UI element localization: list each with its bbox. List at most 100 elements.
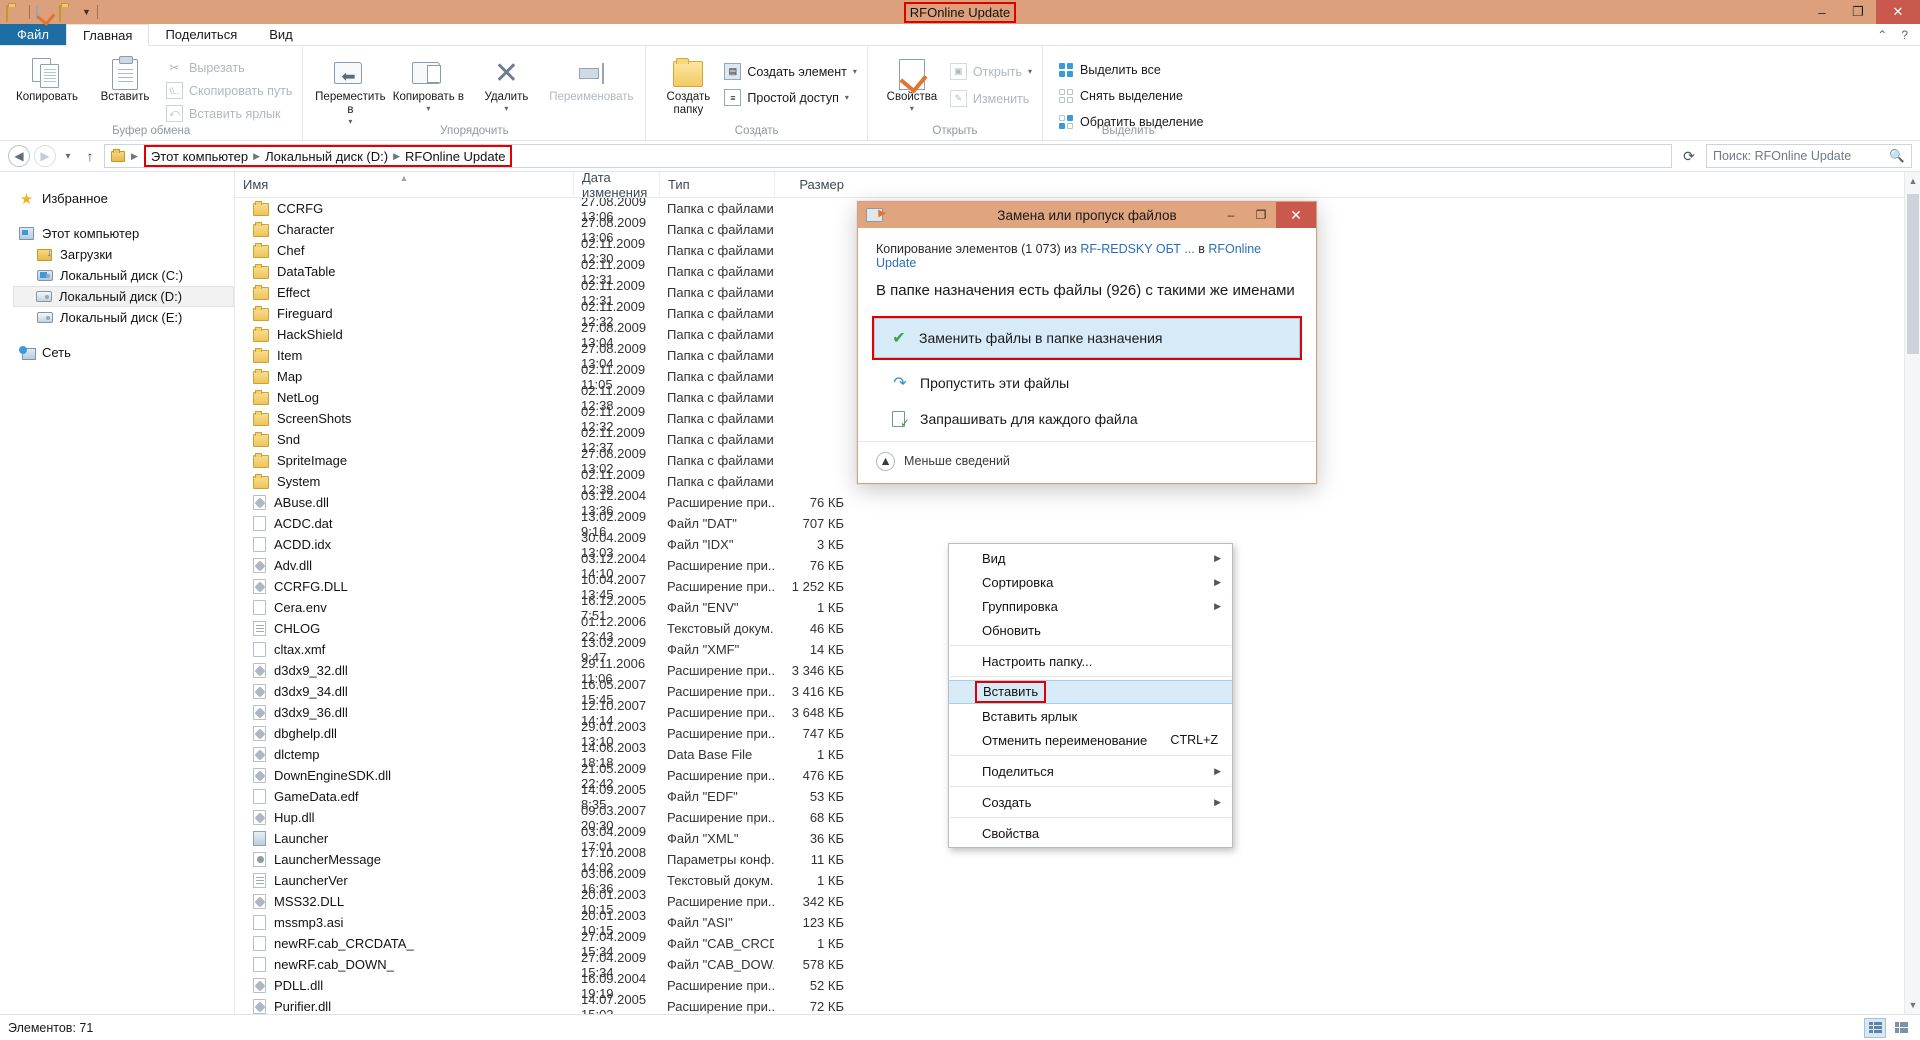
- navigation-pane[interactable]: ★ Избранное Этот компьютер Загрузки Лока…: [0, 172, 234, 1014]
- ribbon-help-area[interactable]: ⌃ ?: [1877, 24, 1920, 45]
- file-name-cell[interactable]: HackShield: [235, 327, 573, 342]
- file-name-cell[interactable]: dbghelp.dll: [235, 726, 573, 741]
- breadcrumb[interactable]: Этот компьютер ▶ Локальный диск (D:) ▶ R…: [143, 145, 513, 167]
- file-name-cell[interactable]: Snd: [235, 432, 573, 447]
- table-row[interactable]: newRF.cab_CRCDATA_ 27.04.2009 15:34 Файл "…: [235, 929, 1920, 959]
- recent-locations-icon[interactable]: ▾: [60, 151, 76, 162]
- ribbon[interactable]: Копировать Вставить ✂ Вырезать \\.. Скоп…: [0, 46, 1920, 141]
- up-icon[interactable]: ↑: [80, 148, 100, 164]
- file-name-cell[interactable]: Character: [235, 222, 573, 237]
- breadcrumb-item-2[interactable]: RFOnline Update: [405, 149, 505, 164]
- menu-item-группировка[interactable]: Группировка ▶: [949, 594, 1232, 618]
- dialog-close-button[interactable]: ✕: [1276, 202, 1316, 228]
- table-row[interactable]: ACDC.dat 13.02.2009 9:16 Файл "DAT" 707 КБ: [235, 509, 1920, 539]
- chevron-up-icon[interactable]: ⌃: [1877, 28, 1887, 42]
- paste-button[interactable]: Вставить: [88, 53, 162, 104]
- file-name-cell[interactable]: Cera.env: [235, 600, 573, 615]
- file-name-cell[interactable]: d3dx9_32.dll: [235, 663, 573, 678]
- file-name-cell[interactable]: Item: [235, 348, 573, 363]
- sidebar-item-this-pc[interactable]: Этот компьютер: [14, 223, 234, 244]
- option-skip-files[interactable]: ↷ Пропустить эти файлы: [876, 364, 1298, 402]
- ribbon-tabs[interactable]: Файл Главная Поделиться Вид ⌃ ?: [0, 24, 1920, 46]
- dialog-footer[interactable]: ▲ Меньше сведений: [858, 440, 1316, 483]
- chevron-down-icon[interactable]: ▾: [910, 104, 914, 113]
- scroll-up-icon[interactable]: ▲: [1905, 172, 1920, 190]
- menu-item-отменить-переименование[interactable]: Отменить переименование CTRL+Z: [949, 728, 1232, 752]
- column-header-type[interactable]: Тип: [659, 172, 774, 198]
- new-folder-icon[interactable]: [59, 4, 76, 22]
- file-name-cell[interactable]: Launcher: [235, 831, 573, 846]
- breadcrumb-item-1[interactable]: Локальный диск (D:): [265, 149, 388, 164]
- sidebar-item-drive-c[interactable]: Локальный диск (C:): [14, 265, 234, 286]
- table-row[interactable]: LauncherMessage 17.10.2008 14:02 Параметры…: [235, 845, 1920, 875]
- chevron-right-icon[interactable]: ▶: [251, 151, 262, 162]
- column-headers[interactable]: Имя ▲ Дата изменения Тип Размер: [235, 172, 1920, 200]
- menu-item-настроить-папку[interactable]: Настроить папку...: [949, 649, 1232, 673]
- sidebar-item-downloads[interactable]: Загрузки: [14, 244, 234, 265]
- option-ask-each-file[interactable]: Запрашивать для каждого файла: [876, 402, 1298, 437]
- menu-item-обновить[interactable]: Обновить: [949, 618, 1232, 642]
- address-bar[interactable]: ◀ ▶ ▾ ↑ ▶ Этот компьютер ▶ Локальный дис…: [0, 141, 1920, 171]
- forward-icon[interactable]: ▶: [34, 145, 56, 167]
- tab-share[interactable]: Поделиться: [149, 24, 253, 45]
- sidebar-item-favorites[interactable]: ★ Избранное: [14, 188, 234, 209]
- back-icon[interactable]: ◀: [8, 145, 30, 167]
- select-none-button[interactable]: Снять выделение: [1057, 87, 1203, 104]
- file-name-cell[interactable]: PDLL.dll: [235, 978, 573, 993]
- details-view-icon[interactable]: [1864, 1017, 1886, 1038]
- file-name-cell[interactable]: DataTable: [235, 264, 573, 279]
- file-name-cell[interactable]: Hup.dll: [235, 810, 573, 825]
- table-row[interactable]: LauncherVer 03.06.2009 16:36 Текстовый док…: [235, 866, 1920, 896]
- file-name-cell[interactable]: Chef: [235, 243, 573, 258]
- file-name-cell[interactable]: MSS32.DLL: [235, 894, 573, 909]
- new-folder-button[interactable]: Создать папку: [656, 53, 720, 117]
- column-header-date[interactable]: Дата изменения: [573, 172, 659, 200]
- easy-access-button[interactable]: ≡ Простой доступ ▾: [724, 89, 857, 106]
- close-button[interactable]: ✕: [1876, 0, 1920, 24]
- option-replace-files[interactable]: ✔ Заменить файлы в папке назначения: [874, 317, 1300, 358]
- file-name-cell[interactable]: d3dx9_34.dll: [235, 684, 573, 699]
- breadcrumb-bar[interactable]: ▶ Этот компьютер ▶ Локальный диск (D:) ▶…: [104, 144, 1672, 168]
- column-header-name[interactable]: Имя ▲: [235, 172, 573, 198]
- sidebar-item-drive-e[interactable]: Локальный диск (E:): [14, 307, 234, 328]
- file-name-cell[interactable]: CCRFG.DLL: [235, 579, 573, 594]
- file-name-cell[interactable]: GameData.edf: [235, 789, 573, 804]
- file-name-cell[interactable]: Adv.dll: [235, 558, 573, 573]
- menu-item-вид[interactable]: Вид ▶: [949, 546, 1232, 570]
- quick-access-toolbar[interactable]: ▼: [0, 0, 98, 24]
- file-name-cell[interactable]: cltax.xmf: [235, 642, 573, 657]
- file-name-cell[interactable]: Fireguard: [235, 306, 573, 321]
- tab-home[interactable]: Главная: [65, 24, 150, 46]
- dialog-title-bar[interactable]: Замена или пропуск файлов – ❐ ✕: [858, 202, 1316, 228]
- sidebar-item-drive-d[interactable]: Локальный диск (D:): [13, 286, 234, 307]
- cut-button[interactable]: ✂ Вырезать: [166, 59, 292, 76]
- scroll-down-icon[interactable]: ▼: [1905, 996, 1920, 1014]
- chevron-down-icon[interactable]: ▾: [1028, 67, 1032, 76]
- chevron-right-icon[interactable]: ▶: [391, 151, 402, 162]
- copy-button[interactable]: Копировать: [10, 53, 84, 104]
- restore-button[interactable]: ❐: [1840, 0, 1876, 24]
- folder-icon[interactable]: [6, 4, 23, 22]
- search-input[interactable]: Поиск: RFOnline Update 🔍: [1706, 144, 1912, 168]
- context-menu[interactable]: Вид ▶ Сортировка ▶ Группировка ▶ Обновить Настр…: [948, 543, 1233, 848]
- menu-item-сортировка[interactable]: Сортировка ▶: [949, 570, 1232, 594]
- file-name-cell[interactable]: NetLog: [235, 390, 573, 405]
- select-all-button[interactable]: Выделить все: [1057, 61, 1203, 78]
- view-buttons[interactable]: [1864, 1017, 1912, 1038]
- properties-button[interactable]: Свойства ▾: [878, 53, 946, 113]
- menu-item-вставить[interactable]: Вставить: [949, 680, 1232, 704]
- tab-file[interactable]: Файл: [0, 24, 66, 45]
- file-name-cell[interactable]: ACDD.idx: [235, 537, 573, 552]
- menu-item-свойства[interactable]: Свойства: [949, 821, 1232, 845]
- chevron-up-circle-icon[interactable]: ▲: [876, 451, 895, 471]
- file-name-cell[interactable]: DownEngineSDK.dll: [235, 768, 573, 783]
- dialog-minimize-button[interactable]: –: [1216, 202, 1246, 228]
- file-name-cell[interactable]: ACDC.dat: [235, 516, 573, 531]
- table-row[interactable]: Purifier.dll 14.07.2005 15:02 Расширение п…: [235, 992, 1920, 1014]
- file-name-cell[interactable]: System: [235, 474, 573, 489]
- file-name-cell[interactable]: d3dx9_36.dll: [235, 705, 573, 720]
- copy-to-button[interactable]: Копировать в ▾: [391, 53, 465, 113]
- large-icons-view-icon[interactable]: [1890, 1018, 1912, 1038]
- move-to-button[interactable]: ⬅ Переместить в ▾: [313, 53, 387, 127]
- source-folder-link[interactable]: RF-REDSKY ОБТ ...: [1080, 242, 1194, 256]
